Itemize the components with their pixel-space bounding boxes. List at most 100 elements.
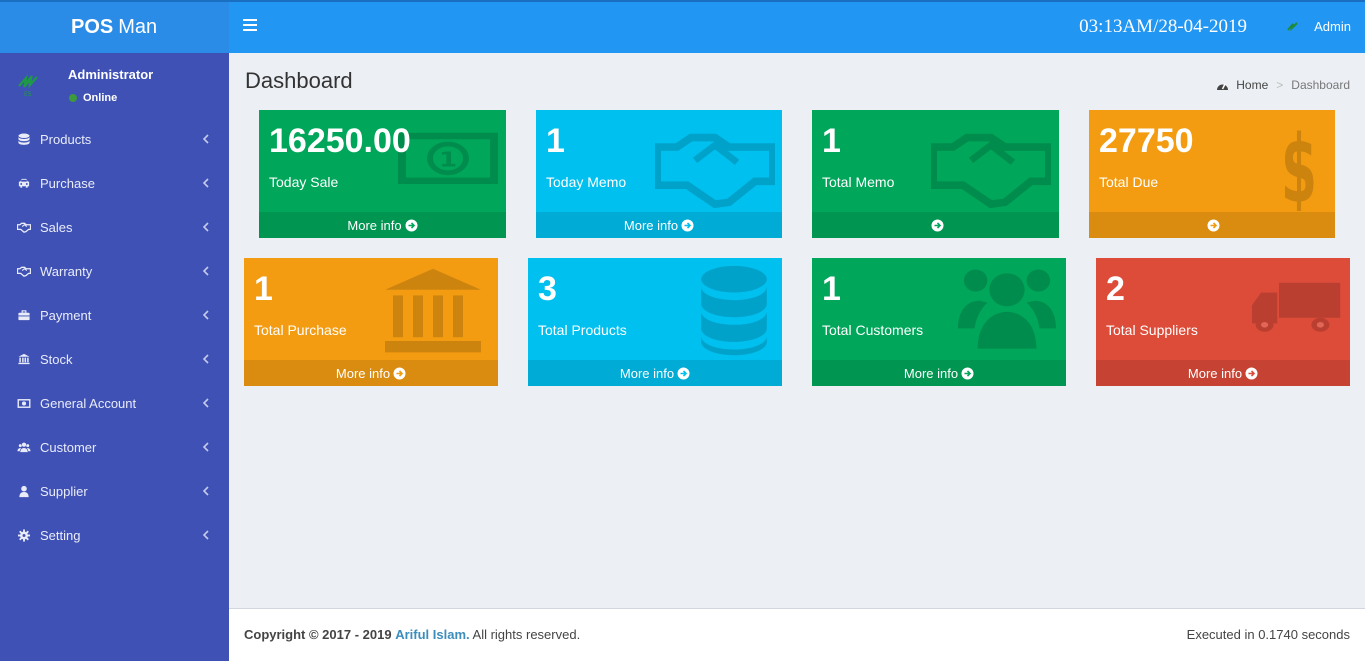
page-footer: Copyright © 2017 - 2019 Ariful Islam. Al…: [229, 608, 1365, 661]
top-navbar: 03:13AM/28-04-2019 Admin: [229, 0, 1365, 53]
users-icon: [958, 269, 1056, 349]
more-info-label: More info: [619, 365, 675, 381]
more-info-link[interactable]: More info: [259, 212, 506, 238]
stat-value: 1: [822, 122, 841, 160]
user-icon: [19, 485, 29, 497]
database-icon: [18, 133, 30, 145]
handshake-icon: [931, 133, 1051, 208]
stat-value: 1: [546, 122, 565, 160]
sidebar: ES Administrator Online Products Purchase…: [0, 53, 229, 661]
stat-value: 1: [254, 270, 273, 308]
sidebar-item-purchase[interactable]: Purchase: [0, 161, 229, 205]
svg-text:1: 1: [439, 147, 457, 172]
sidebar-item-customer[interactable]: Customer: [0, 425, 229, 469]
arrow-circle-right-icon: [681, 219, 694, 231]
sidebar-item-supplier[interactable]: Supplier: [0, 469, 229, 513]
more-info-link[interactable]: [812, 212, 1059, 238]
car-icon: [18, 178, 30, 188]
stat-label: Total Products: [538, 322, 627, 338]
briefcase-icon: [18, 309, 30, 320]
stat-label: Total Memo: [822, 174, 895, 190]
arrow-circle-right-icon: [1245, 367, 1258, 379]
user-menu[interactable]: Admin: [1286, 19, 1351, 34]
stat-box-total-suppliers: 2 Total Suppliers More info: [1096, 258, 1350, 386]
sidebar-item-label: Purchase: [40, 175, 95, 191]
copyright: Copyright © 2017 - 2019 Ariful Islam. Al…: [244, 627, 580, 642]
chevron-left-icon: [202, 530, 209, 540]
more-info-label: More info: [347, 217, 402, 233]
money-icon: 1: [398, 132, 498, 184]
sidebar-toggle-icon[interactable]: [243, 19, 257, 33]
sidebar-menu: Products Purchase Sales Warranty Payment Stoc…: [0, 117, 229, 557]
page-title: Dashboard: [245, 68, 353, 93]
sidebar-user-name: Administrator: [68, 67, 154, 82]
chevron-left-icon: [202, 178, 209, 188]
breadcrumb: Home > Dashboard: [1216, 78, 1350, 92]
more-info-label: More info: [623, 217, 679, 233]
handshake-icon: [17, 266, 31, 277]
sidebar-item-sales[interactable]: Sales: [0, 205, 229, 249]
handshake-icon: [655, 133, 775, 208]
chevron-left-icon: [202, 398, 209, 408]
more-info-label: More info: [903, 365, 959, 381]
copyright-prefix: Copyright © 2017 - 2019: [244, 627, 392, 642]
stat-box-today-memo: 1 Today Memo More info: [536, 110, 782, 238]
svg-text:$: $: [1281, 117, 1317, 211]
truck-icon: [1252, 282, 1341, 332]
more-info-label: More info: [1187, 365, 1243, 381]
author-link[interactable]: Ariful Islam.: [395, 627, 469, 642]
stat-value: 16250.00: [269, 122, 411, 160]
sidebar-item-payment[interactable]: Payment: [0, 293, 229, 337]
sidebar-item-setting[interactable]: Setting: [0, 513, 229, 557]
stat-box-total-customers: 1 Total Customers More info: [812, 258, 1066, 386]
sidebar-item-products[interactable]: Products: [0, 117, 229, 161]
more-info-link[interactable]: More info: [812, 360, 1066, 386]
chevron-left-icon: [202, 310, 209, 320]
sidebar-item-label: General Account: [40, 395, 137, 411]
gear-icon: [17, 528, 31, 542]
users-icon: [17, 442, 31, 452]
stat-box-total-purchase: 1 Total Purchase More info: [244, 258, 498, 386]
stat-box-total-due: $27750 Total Due: [1089, 110, 1335, 238]
sidebar-item-label: Setting: [40, 527, 81, 543]
sidebar-item-label: Payment: [40, 307, 92, 323]
chevron-left-icon: [202, 354, 209, 364]
stat-label: Today Memo: [546, 174, 627, 190]
more-info-link[interactable]: More info: [244, 360, 498, 386]
breadcrumb-separator: >: [1276, 78, 1284, 92]
dashboard-icon: [1217, 83, 1229, 90]
arrow-circle-right-icon: [961, 367, 974, 379]
status-text: Online: [83, 92, 118, 104]
user-menu-label: Admin: [1314, 19, 1351, 34]
stat-label: Total Due: [1099, 174, 1159, 190]
breadcrumb-current: Dashboard: [1291, 78, 1350, 92]
stat-value: 27750: [1099, 122, 1194, 160]
stat-label: Total Suppliers: [1106, 322, 1198, 338]
app-name-rest: Man: [118, 16, 158, 38]
sidebar-item-general-account[interactable]: General Account: [0, 381, 229, 425]
breadcrumb-home[interactable]: Home: [1236, 78, 1268, 92]
more-info-link[interactable]: More info: [1096, 360, 1350, 386]
app-name-bold: POS: [71, 16, 114, 38]
clock-display: 03:13AM/28-04-2019: [1079, 16, 1247, 37]
sidebar-item-label: Products: [40, 131, 92, 147]
more-info-link[interactable]: More info: [536, 212, 782, 238]
chevron-left-icon: [202, 222, 209, 232]
bank-icon: [18, 353, 30, 364]
database-icon: [701, 265, 767, 356]
more-info-link[interactable]: More info: [528, 360, 782, 386]
user-panel: ES Administrator Online: [0, 53, 229, 117]
stat-value: 1: [822, 270, 841, 308]
stat-box-total-products: 3 Total Products More info: [528, 258, 782, 386]
status-badge: Online: [69, 92, 117, 104]
stat-label: Total Customers: [822, 322, 924, 338]
arrow-circle-right-icon: [931, 219, 943, 231]
chevron-left-icon: [202, 486, 209, 496]
app-logo[interactable]: POS Man: [0, 0, 229, 53]
handshake-icon: [17, 222, 31, 233]
sidebar-item-warranty[interactable]: Warranty: [0, 249, 229, 293]
sidebar-item-stock[interactable]: Stock: [0, 337, 229, 381]
arrow-circle-right-icon: [405, 219, 418, 231]
more-info-link[interactable]: [1089, 212, 1335, 238]
stat-box-today-sale: 1 16250.00 Today Sale More info: [259, 110, 506, 238]
